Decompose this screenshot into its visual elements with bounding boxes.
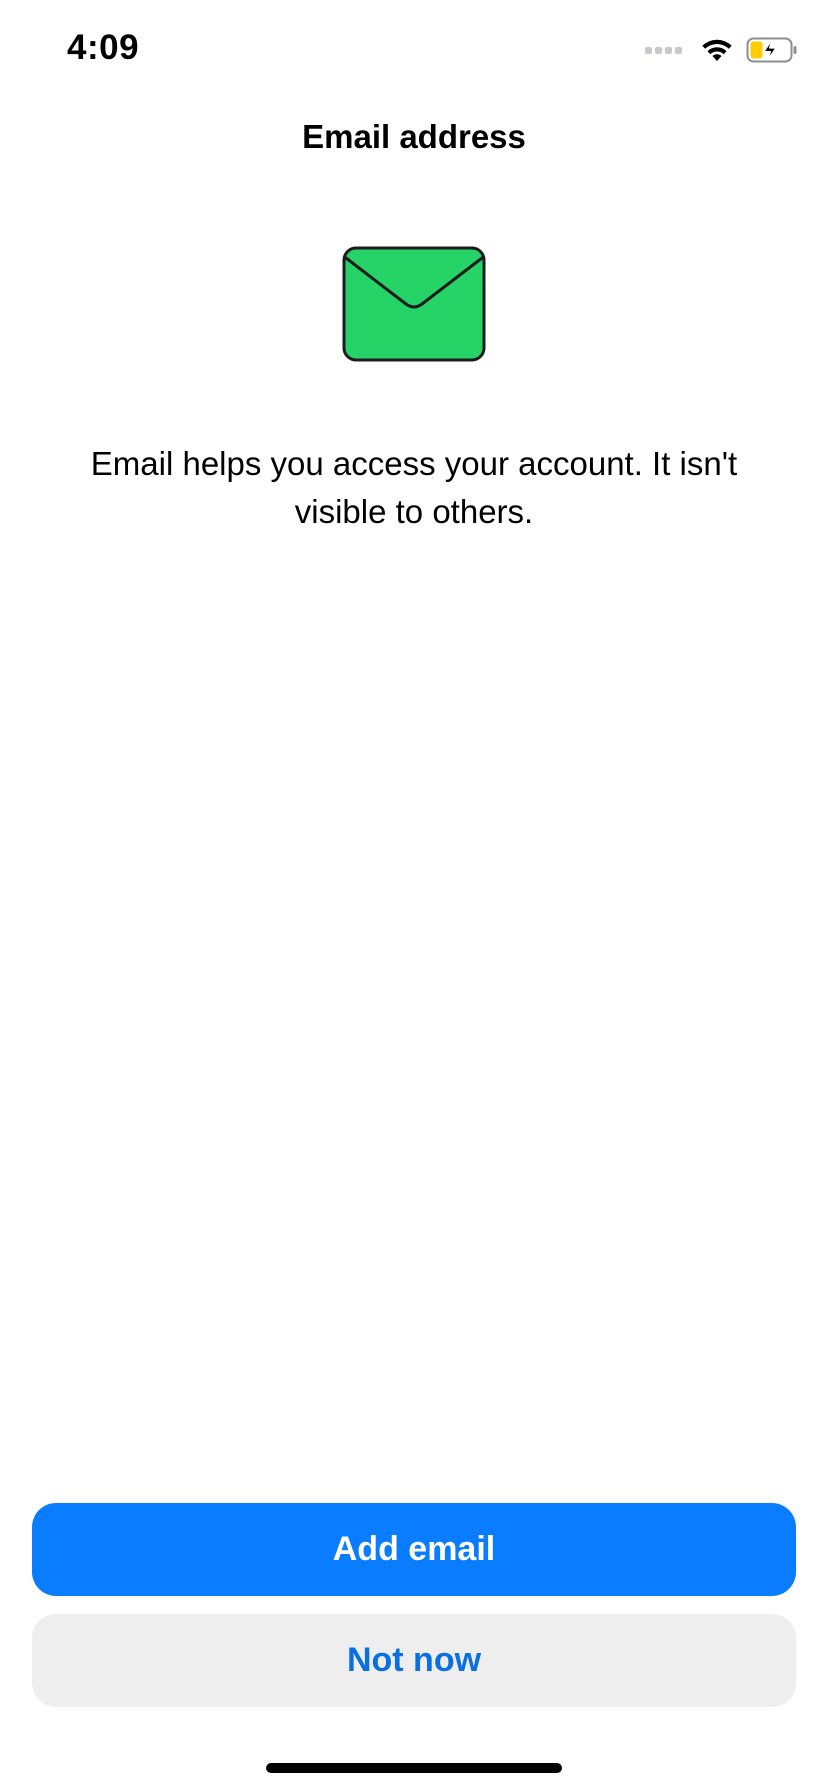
cellular-signal-icon	[645, 46, 682, 54]
add-email-button[interactable]: Add email	[32, 1503, 796, 1596]
battery-charging-icon	[746, 37, 797, 63]
status-time: 4:09	[67, 28, 140, 67]
page-title: Email address	[302, 118, 526, 155]
status-icons	[645, 34, 798, 66]
not-now-button[interactable]: Not now	[32, 1614, 796, 1707]
status-bar: 4:09	[0, 0, 828, 100]
home-indicator[interactable]	[266, 1763, 562, 1773]
envelope-icon	[342, 246, 486, 362]
wifi-icon	[702, 39, 732, 61]
description-text: Email helps you access your account. It …	[90, 445, 738, 530]
